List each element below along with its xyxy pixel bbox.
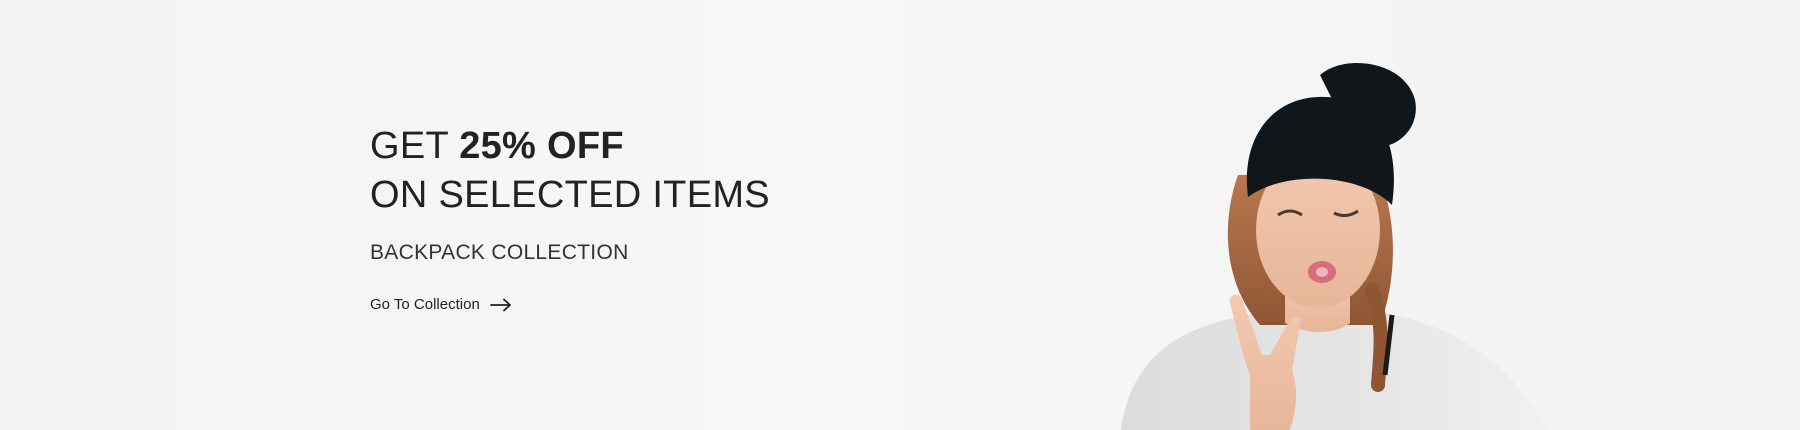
- headline-line-2: ON SELECTED ITEMS: [370, 174, 770, 216]
- cta-label: Go To Collection: [370, 296, 480, 313]
- go-to-collection-link[interactable]: Go To Collection: [370, 296, 512, 313]
- promo-copy: GET 25% OFF ON SELECTED ITEMS BACKPACK C…: [370, 122, 890, 314]
- headline-prefix: GET: [370, 125, 460, 167]
- model-photo: [1110, 55, 1570, 430]
- hero-banner: GET 25% OFF ON SELECTED ITEMS BACKPACK C…: [0, 0, 1800, 430]
- headline-highlight: 25% OFF: [459, 125, 624, 167]
- headline-line-1: GET 25% OFF: [370, 122, 890, 171]
- arrow-right-icon: [489, 298, 512, 312]
- promo-headline: GET 25% OFF ON SELECTED ITEMS: [370, 122, 890, 220]
- collection-subheading: BACKPACK COLLECTION: [370, 241, 629, 264]
